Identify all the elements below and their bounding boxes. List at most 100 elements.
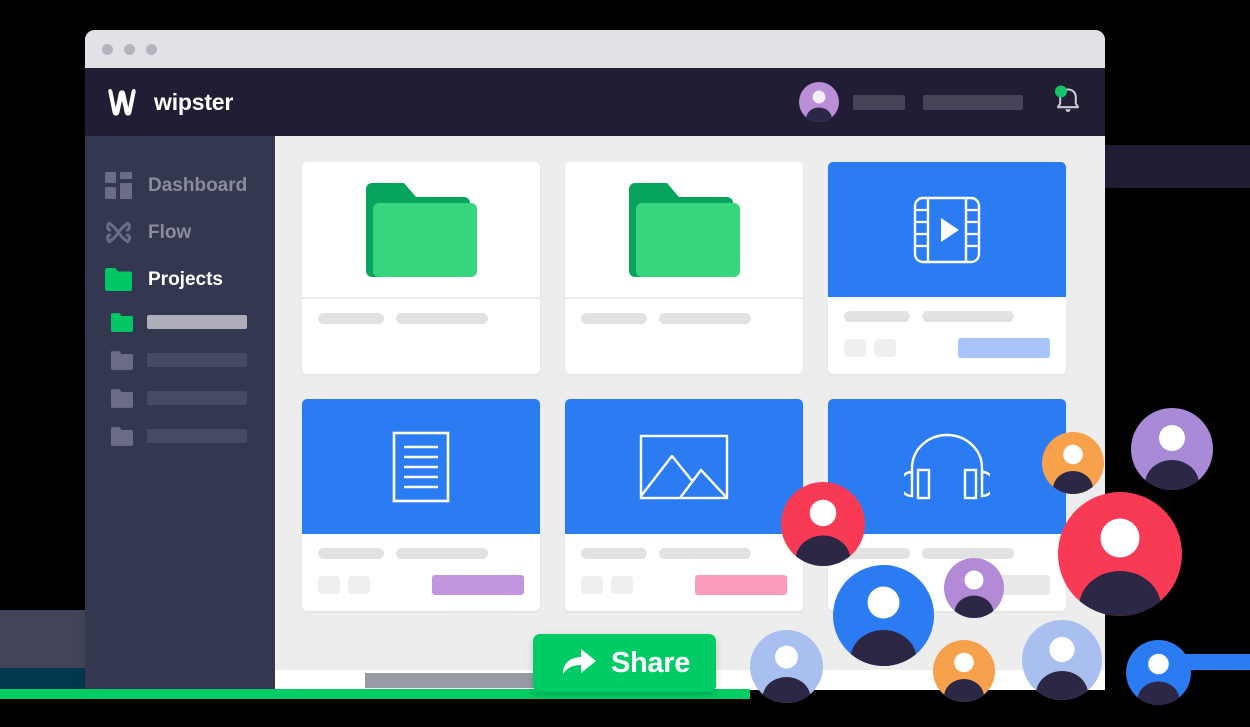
sidebar-subitem-2[interactable]: [85, 379, 275, 417]
headphones-icon: [904, 433, 990, 499]
avatar-orange-tiny[interactable]: [933, 640, 995, 702]
card-subtitle-placeholder: [659, 548, 751, 559]
header-right-group: [799, 82, 1085, 122]
sidebar-item-label: Projects: [148, 268, 223, 290]
card-chip[interactable]: [844, 339, 866, 357]
film-play-icon: [913, 196, 981, 263]
brand-name: wipster: [154, 88, 234, 115]
image-mountain-icon: [639, 434, 729, 499]
sidebar-subitem-3[interactable]: [85, 417, 275, 455]
card-chip-group: [581, 576, 633, 594]
card-meta: [302, 299, 540, 359]
card-subtitle-placeholder: [396, 548, 488, 559]
avatar-red-medium[interactable]: [781, 482, 865, 566]
header-placeholder-pill-2: [923, 94, 1023, 110]
card-chip-group: [844, 339, 896, 357]
card-chip[interactable]: [874, 339, 896, 357]
share-arrow-icon: [562, 649, 596, 674]
sidebar-item-dashboard[interactable]: Dashboard: [85, 162, 275, 209]
avatar-purple-large[interactable]: [1131, 408, 1213, 490]
folder-icon: [365, 182, 477, 277]
sidebar-subitem-label: [147, 391, 247, 405]
card-meta-row: [581, 313, 787, 324]
folder-icon: [111, 426, 133, 446]
avatar-blue-small[interactable]: [1126, 640, 1191, 705]
project-card[interactable]: [302, 399, 540, 611]
folder-icon: [111, 312, 133, 332]
folder-icon: [628, 182, 740, 277]
app-header: wipster: [85, 68, 1105, 136]
card-action-row: [318, 575, 524, 595]
sidebar-subitem-label: [147, 353, 247, 367]
card-meta: [828, 297, 1066, 374]
folder-icon: [111, 388, 133, 408]
brand[interactable]: wipster: [107, 87, 233, 117]
card-meta-row: [581, 548, 787, 559]
folder-icon: [105, 268, 132, 291]
sidebar-item-flow[interactable]: Flow: [85, 209, 275, 256]
document-lines-icon: [392, 431, 450, 502]
project-card[interactable]: [302, 162, 540, 374]
user-avatar-icon[interactable]: [799, 82, 839, 122]
avatar-lightblue-sm[interactable]: [750, 630, 823, 703]
dashboard-grid-icon: [105, 172, 132, 199]
card-title-placeholder: [844, 311, 910, 322]
card-meta-row: [318, 313, 524, 324]
card-chip[interactable]: [581, 576, 603, 594]
notification-bell-button[interactable]: [1051, 83, 1085, 122]
window-maximize-icon[interactable]: [146, 43, 157, 55]
window-close-icon[interactable]: [102, 43, 113, 55]
window-minimize-icon[interactable]: [124, 43, 135, 55]
avatar-blue-large[interactable]: [833, 565, 934, 666]
card-thumbnail: [302, 162, 540, 299]
card-title-placeholder: [318, 548, 384, 559]
wipster-w-logo-icon: [108, 89, 136, 116]
card-meta-row: [318, 548, 524, 559]
card-meta: [565, 534, 803, 611]
decor-navy-band-right: [1104, 145, 1250, 188]
card-chip[interactable]: [611, 576, 633, 594]
card-subtitle-placeholder: [659, 313, 751, 324]
card-thumbnail: [565, 399, 803, 534]
share-button-label: Share: [610, 646, 691, 679]
project-card[interactable]: [565, 399, 803, 611]
project-card[interactable]: [828, 162, 1066, 374]
card-meta: [302, 534, 540, 611]
sidebar-item-label: Dashboard: [148, 174, 248, 196]
sidebar-item-label: Flow: [148, 221, 192, 243]
card-thumbnail: [565, 162, 803, 299]
folder-icon: [111, 350, 133, 370]
project-card-grid: [302, 162, 1066, 611]
card-title-placeholder: [581, 548, 647, 559]
card-chip[interactable]: [348, 576, 370, 594]
sidebar-subitem-0[interactable]: [85, 303, 275, 341]
project-card[interactable]: [565, 162, 803, 374]
card-thumbnail: [828, 162, 1066, 297]
share-button[interactable]: Share: [533, 634, 716, 692]
sidebar-item-projects[interactable]: Projects: [85, 256, 275, 303]
window-titlebar: [85, 30, 1105, 68]
card-cta-button[interactable]: [432, 575, 524, 595]
avatar-violet-small[interactable]: [944, 558, 1004, 618]
card-chip[interactable]: [318, 576, 340, 594]
sidebar-subitem-label: [147, 315, 247, 329]
avatar-red-large[interactable]: [1058, 492, 1182, 616]
card-action-row: [844, 338, 1050, 358]
card-action-row: [581, 575, 787, 595]
card-cta-button[interactable]: [958, 338, 1050, 358]
avatar-lightblue-md[interactable]: [1022, 620, 1102, 700]
avatar-orange-small[interactable]: [1042, 432, 1104, 494]
card-meta-row: [844, 311, 1050, 322]
flow-knot-icon: [106, 221, 131, 244]
notification-bell-icon: [1055, 85, 1080, 112]
decor-slate-band-left: [0, 610, 88, 676]
card-subtitle-placeholder: [922, 311, 1014, 322]
sidebar: Dashboard Flow Projects: [85, 136, 275, 690]
sidebar-subitem-1[interactable]: [85, 341, 275, 379]
card-subtitle-placeholder: [396, 313, 488, 324]
header-placeholder-pill-1: [853, 94, 905, 110]
card-chip-group: [318, 576, 370, 594]
card-thumbnail: [302, 399, 540, 534]
card-cta-button[interactable]: [695, 575, 787, 595]
card-meta: [565, 299, 803, 359]
